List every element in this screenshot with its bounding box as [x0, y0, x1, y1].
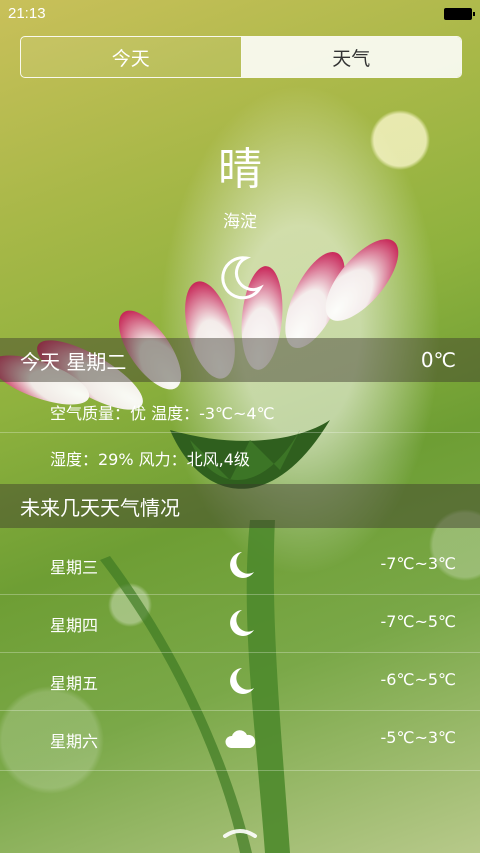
current-condition: 晴	[218, 144, 262, 195]
forecast-row: 星期四 -7℃~5℃	[0, 594, 480, 652]
status-time: 21:13	[8, 5, 46, 22]
divider	[0, 432, 480, 433]
today-temperature: 0℃	[420, 348, 456, 372]
moon-icon	[230, 552, 254, 578]
today-label: 今天 星期二	[20, 349, 127, 374]
pull-up-handle-icon[interactable]	[222, 826, 258, 838]
forecast-day: 星期四	[50, 616, 99, 635]
battery-icon	[444, 8, 475, 20]
forecast-day: 星期五	[50, 674, 99, 693]
moon-icon	[230, 610, 254, 636]
forecast-range: -7℃~5℃	[380, 612, 456, 631]
forecast-range: -5℃~3℃	[380, 728, 456, 747]
tab-weather[interactable]: 天气	[241, 37, 461, 77]
forecast-row: 星期五 -6℃~5℃	[0, 652, 480, 710]
divider	[0, 770, 480, 771]
air-quality-temperature-line: 空气质量：优 温度：-3℃~4℃	[50, 404, 275, 423]
moon-icon	[230, 668, 254, 694]
forecast-header-bar: 未来几天天气情况	[0, 484, 480, 528]
forecast-title: 未来几天天气情况	[20, 495, 180, 520]
forecast-row: 星期六 -5℃~3℃	[0, 710, 480, 768]
humidity-wind-line: 湿度：29% 风力：北风,4级	[50, 450, 250, 469]
status-bar: 21:13	[0, 0, 480, 28]
forecast-row: 星期三 -7℃~3℃	[0, 536, 480, 594]
tab-today[interactable]: 今天	[21, 37, 242, 77]
forecast-range: -6℃~5℃	[380, 670, 456, 689]
segmented-control: 今天 天气	[20, 36, 462, 78]
moon-icon	[221, 256, 264, 300]
forecast-day: 星期六	[50, 732, 99, 751]
current-district: 海淀	[223, 212, 257, 232]
cloud-icon	[225, 730, 256, 748]
forecast-range: -7℃~3℃	[380, 554, 456, 573]
forecast-day: 星期三	[50, 558, 99, 577]
today-header-bar: 今天 星期二 0℃	[0, 338, 480, 382]
